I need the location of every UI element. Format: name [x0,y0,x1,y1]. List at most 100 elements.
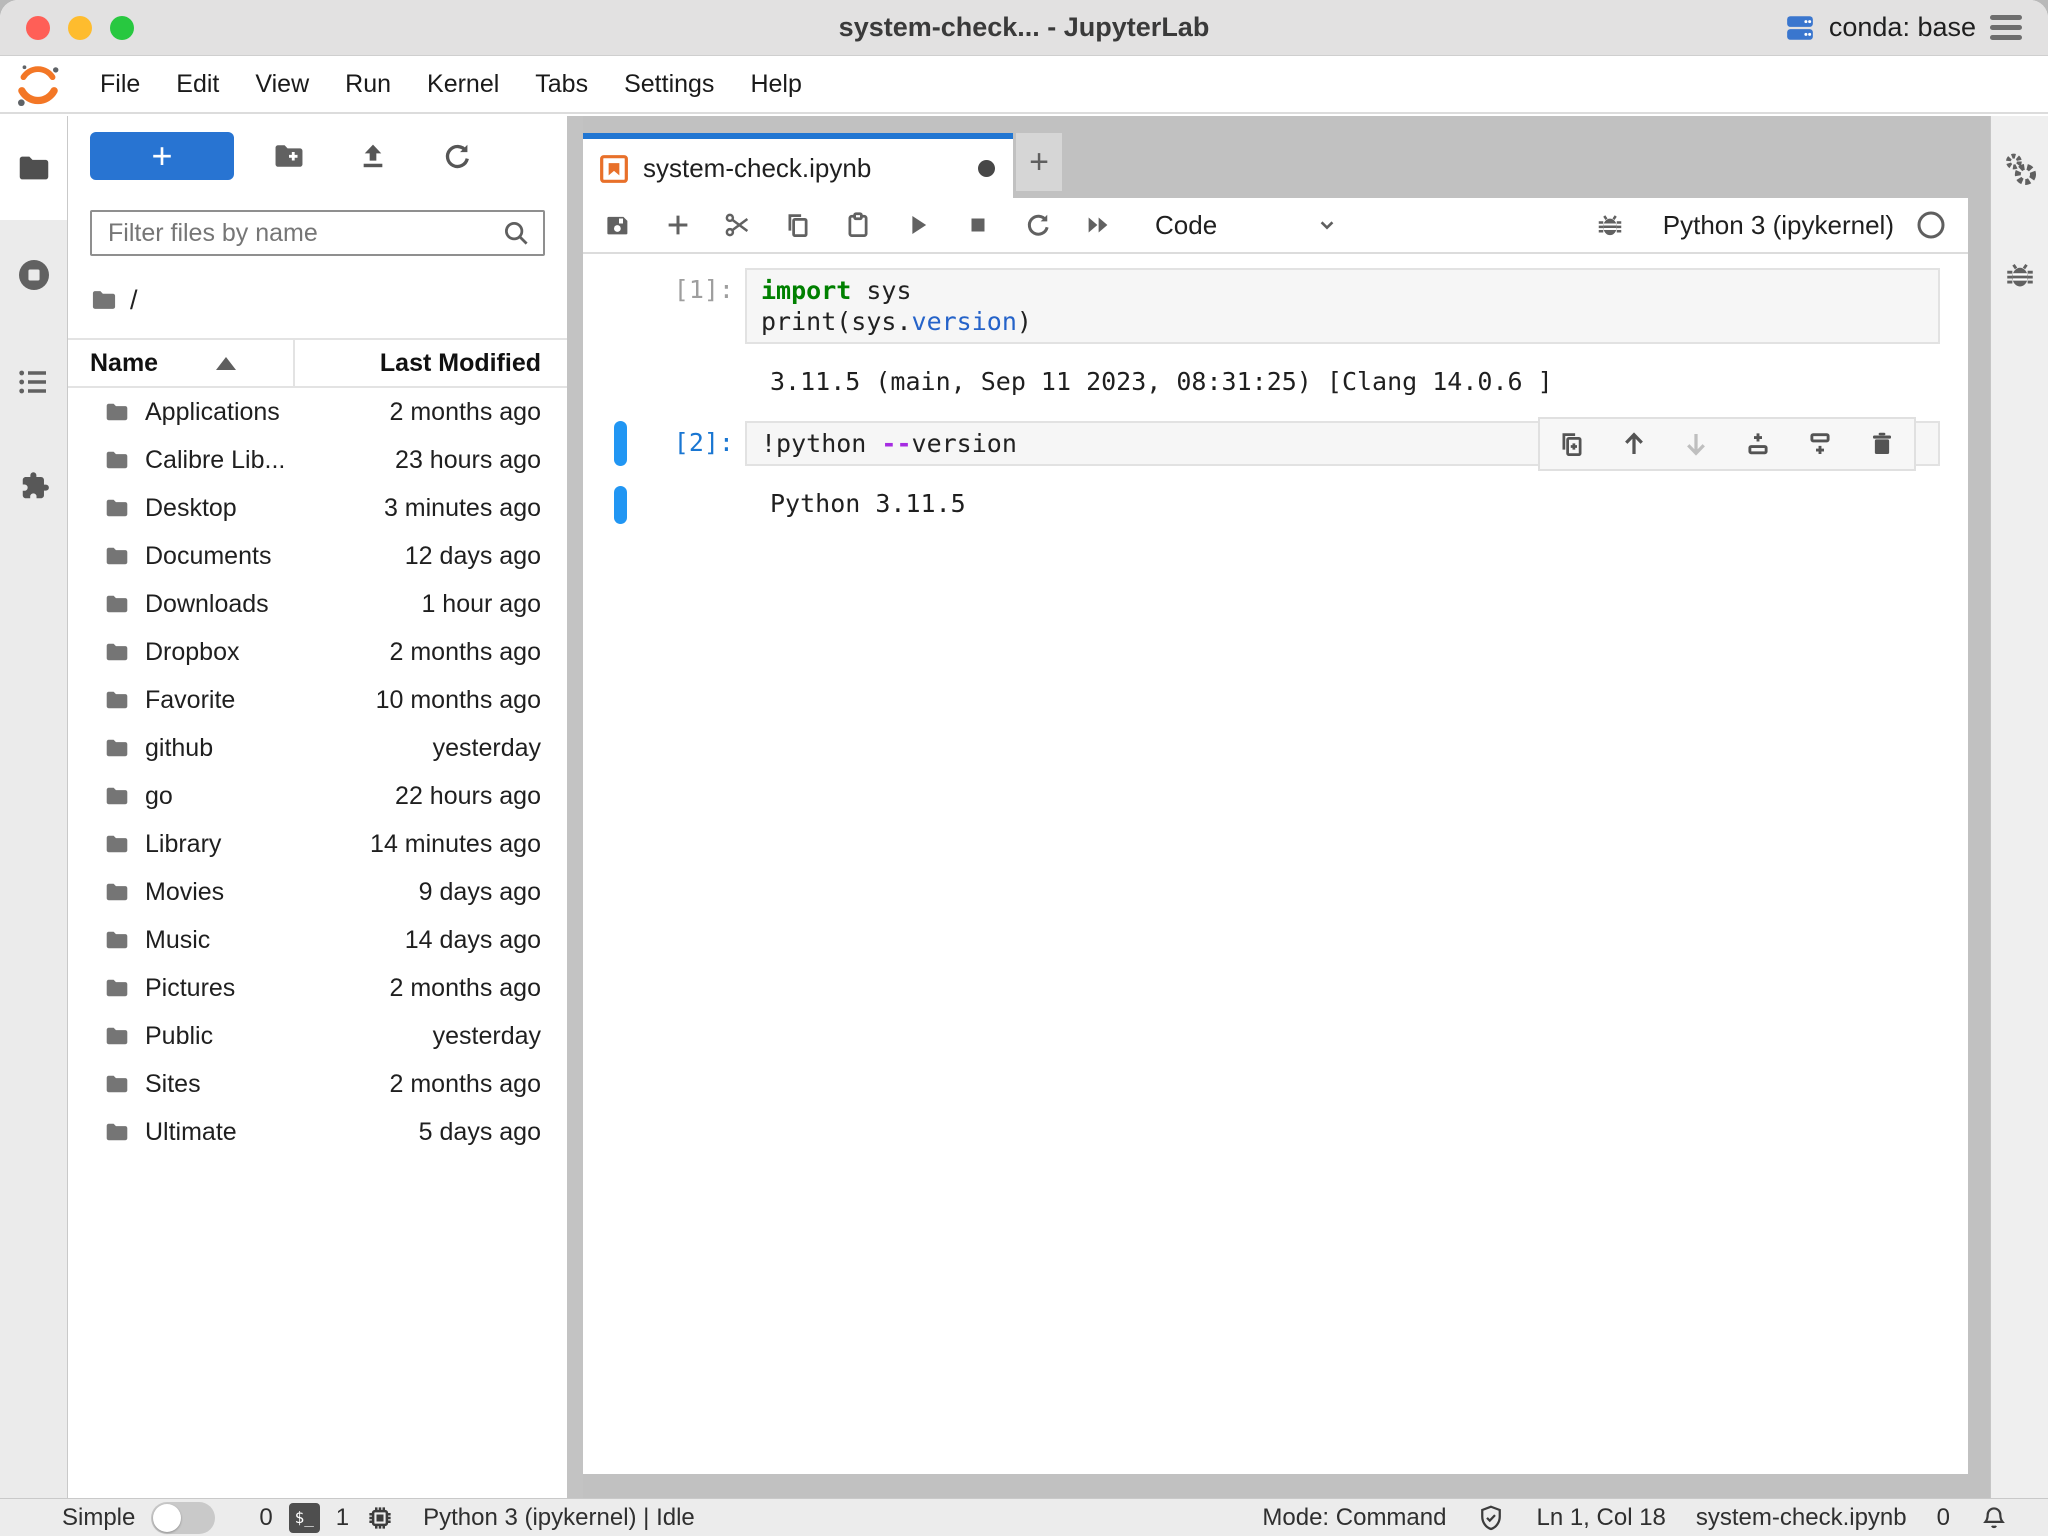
file-browser-row[interactable]: Sites 2 months ago [68,1060,567,1108]
file-browser-row[interactable]: go 22 hours ago [68,772,567,820]
copy-cells-button[interactable] [781,205,815,245]
shield-check-icon[interactable] [1476,1503,1506,1533]
notifications-count[interactable]: 0 [1937,1504,1950,1532]
output-text: 3.11.5 (main, Sep 11 2023, 08:31:25) [Cl… [770,366,1968,397]
file-last-modified: 14 days ago [405,926,541,955]
duplicate-cell-button[interactable] [1556,428,1588,460]
conda-badge[interactable]: conda: base [1829,12,1976,43]
file-browser-row[interactable]: Documents 12 days ago [68,532,567,580]
file-browser-row[interactable]: Calibre Lib... 23 hours ago [68,436,567,484]
hamburger-menu-icon[interactable] [1990,15,2022,40]
simple-mode-toggle[interactable] [151,1502,215,1534]
kernel-status[interactable]: Python 3 (ipykernel) | Idle [423,1504,695,1532]
file-browser-row[interactable]: Public yesterday [68,1012,567,1060]
debugger-tab[interactable] [2003,258,2037,292]
notebook-tab[interactable]: system-check.ipynb [583,133,1013,198]
simple-mode-label: Simple [62,1504,135,1532]
bell-icon[interactable] [1980,1504,2008,1532]
debugger-toggle-button[interactable] [1593,205,1627,245]
insert-below-icon [1805,429,1835,459]
file-last-modified: yesterday [433,734,541,763]
kernel-name[interactable]: Python 3 (ipykernel) [1663,210,1894,241]
kernels-count[interactable]: 1 [336,1504,349,1532]
menu-item-edit[interactable]: Edit [158,70,237,99]
file-name: Sites [145,1070,201,1099]
tab-bar: system-check.ipynb + [583,116,1990,198]
file-name: github [145,734,213,763]
tab-dirty-indicator[interactable] [978,160,995,177]
move-cell-up-button[interactable] [1618,428,1650,460]
cell-type-dropdown[interactable]: Code [1155,210,1340,241]
restart-kernel-button[interactable] [1021,205,1055,245]
code-input[interactable]: import sysprint(sys.version) [745,268,1940,344]
folder-icon [104,1071,130,1097]
window-title: system-check... - JupyterLab [0,12,2048,43]
terminals-count[interactable]: 0 [259,1504,272,1532]
file-filter-input[interactable] [106,218,501,249]
menu-item-run[interactable]: Run [327,70,409,99]
file-name: Music [145,926,210,955]
file-browser-row[interactable]: Dropbox 2 months ago [68,628,567,676]
upload-button[interactable] [344,132,402,180]
new-folder-button[interactable] [260,132,318,180]
mode-indicator[interactable]: Mode: Command [1262,1504,1446,1532]
sidebar-tab-extensions[interactable] [15,468,53,506]
insert-cell-below-button[interactable] [1804,428,1836,460]
paste-cells-button[interactable] [841,205,875,245]
traffic-light-minimize[interactable] [68,16,92,40]
right-sidebar [1990,116,2048,1498]
interrupt-kernel-button[interactable] [961,205,995,245]
insert-cell-above-button[interactable] [1742,428,1774,460]
delete-cell-button[interactable] [1866,428,1898,460]
insert-cell-button[interactable] [661,205,695,245]
kernel-status-indicator[interactable] [1916,210,1946,240]
traffic-light-close[interactable] [26,16,50,40]
restart-run-all-button[interactable] [1081,205,1115,245]
file-browser-row[interactable]: Applications 2 months ago [68,388,567,436]
menu-item-kernel[interactable]: Kernel [409,70,517,99]
new-launcher-button[interactable]: + [90,132,234,180]
traffic-light-zoom[interactable] [110,16,134,40]
sidebar-tab-file-browser[interactable] [0,116,67,220]
file-browser-row[interactable]: github yesterday [68,724,567,772]
file-name: Pictures [145,974,235,1003]
refresh-button[interactable] [428,132,486,180]
execution-prompt: [1]: [583,268,745,344]
notebook-panel: Code Python 3 (ipy [583,198,1968,1474]
chip-icon[interactable] [365,1503,395,1533]
cursor-position[interactable]: Ln 1, Col 18 [1536,1504,1665,1532]
save-button[interactable] [601,205,635,245]
menu-item-tabs[interactable]: Tabs [517,70,606,99]
panel-splitter[interactable] [567,116,583,1498]
menu-item-help[interactable]: Help [732,70,819,99]
file-browser-row[interactable]: Downloads 1 hour ago [68,580,567,628]
file-browser-row[interactable]: Library 14 minutes ago [68,820,567,868]
file-browser-row[interactable]: Desktop 3 minutes ago [68,484,567,532]
terminal-icon[interactable]: $_ [289,1503,320,1533]
file-browser-row[interactable]: Movies 9 days ago [68,868,567,916]
menu-item-settings[interactable]: Settings [606,70,732,99]
menu-item-view[interactable]: View [237,70,327,99]
folder-icon [104,543,130,569]
run-button[interactable] [901,205,935,245]
breadcrumb-root[interactable]: / [130,285,138,316]
new-tab-button[interactable]: + [1016,133,1062,191]
column-header-last-modified[interactable]: Last Modified [295,349,567,378]
folder-icon [104,399,130,425]
property-inspector-tab[interactable] [2001,150,2039,188]
file-browser-row[interactable]: Ultimate 5 days ago [68,1108,567,1156]
file-name: Documents [145,542,271,571]
file-browser-row[interactable]: Pictures 2 months ago [68,964,567,1012]
sidebar-tab-toc[interactable] [16,364,52,400]
file-last-modified: 2 months ago [390,638,542,667]
file-browser-row[interactable]: Favorite 10 months ago [68,676,567,724]
move-cell-down-button[interactable] [1680,428,1712,460]
file-browser-row[interactable]: Music 14 days ago [68,916,567,964]
sidebar-tab-running[interactable] [16,257,52,293]
cut-cells-button[interactable] [721,205,755,245]
menu-item-file[interactable]: File [82,70,158,99]
file-last-modified: 5 days ago [419,1118,541,1147]
file-name: Applications [145,398,280,427]
code-input[interactable]: !python --version [745,421,1940,466]
column-header-name[interactable]: Name [68,340,295,386]
